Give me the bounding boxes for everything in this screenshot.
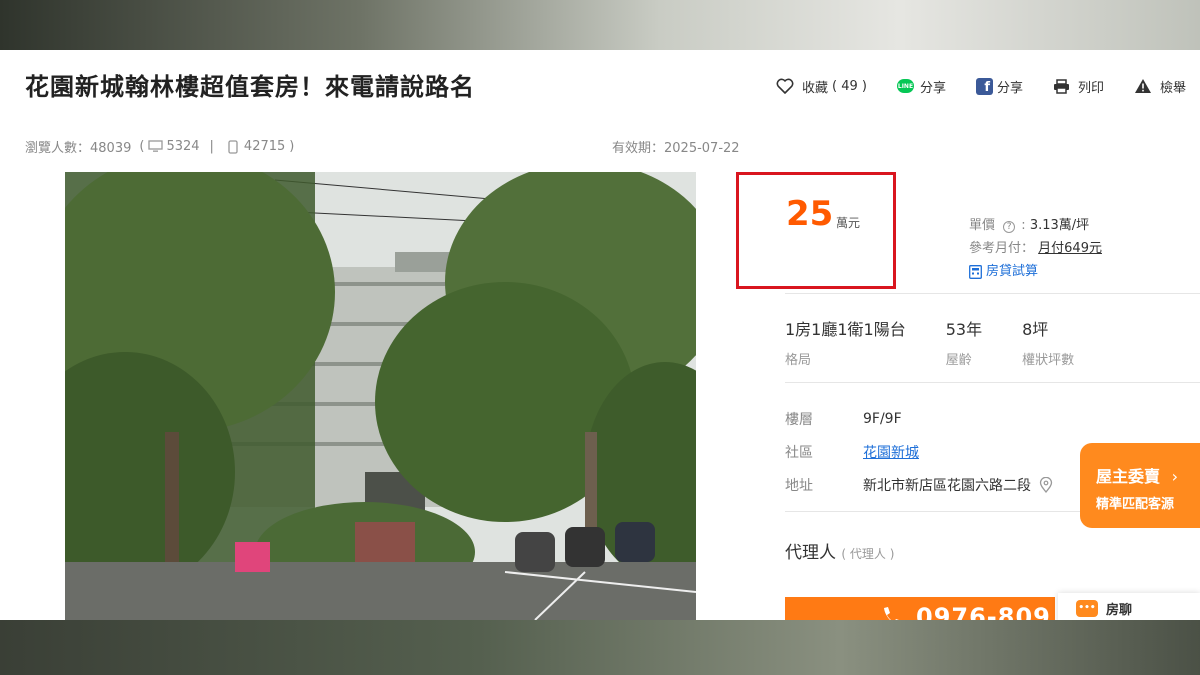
map-pin-icon[interactable] <box>1039 476 1053 493</box>
detail-rows: 樓層 9F/9F 社區 花園新城 地址 新北市新店區花園六路二段 <box>785 402 1053 501</box>
monthly-label: 參考月付： <box>969 241 1035 256</box>
agent-role: ( 代理人 ) <box>841 547 895 561</box>
mortgage-calculator-link[interactable]: 房貸試算 <box>969 260 1102 283</box>
facebook-share-label: 分享 <box>996 80 1023 96</box>
monthly-payment-row: 參考月付： 月付649元 <box>969 237 1102 260</box>
printer-icon <box>1054 78 1069 94</box>
view-stats: 瀏覽人數：48039 ( 5324 | 42715 ) <box>25 137 294 156</box>
owner-banner-subtitle: 精準匹配客源 <box>1096 497 1175 512</box>
divider <box>785 382 1200 383</box>
line-share-label: 分享 <box>919 80 946 96</box>
spec-summary: 1房1廳1衛1陽台 格局 53年 屋齡 8坪 權狀坪數 <box>785 316 1114 368</box>
heart-icon <box>776 78 794 94</box>
price-details: 單價 ? : 3.13萬/坪 參考月付： 月付649元 房貸試算 <box>969 214 1102 283</box>
report-button[interactable]: 檢舉 <box>1134 77 1186 96</box>
community-link[interactable]: 花園新城 <box>863 442 919 462</box>
desktop-icon <box>148 140 164 152</box>
video-frame-top <box>0 0 1200 50</box>
spec-label: 屋齡 <box>945 353 972 368</box>
address-row: 地址 新北市新店區花園六路二段 <box>785 468 1053 501</box>
warning-icon <box>1135 79 1152 93</box>
agent-section: 代理人 ( 代理人 ) <box>785 538 894 563</box>
community-row: 社區 花園新城 <box>785 435 1053 468</box>
price-highlight-box: 25 萬元 <box>736 172 896 289</box>
divider <box>785 293 1200 294</box>
stats-close-paren: ) <box>289 139 295 154</box>
calculator-icon <box>969 264 982 279</box>
floor-label: 樓層 <box>785 411 813 428</box>
mobile-views: 42715 <box>243 139 286 154</box>
community-label: 社區 <box>785 444 813 461</box>
line-icon: LINE <box>896 79 914 93</box>
property-photo[interactable] <box>65 172 696 620</box>
chat-label: 房聊 <box>1106 602 1133 618</box>
line-share-button[interactable]: LINE 分享 <box>896 77 946 96</box>
unit-price-value: 3.13萬/坪 <box>1029 218 1090 233</box>
floor-value: 9F/9F <box>863 410 902 427</box>
spec-area: 8坪 權狀坪數 <box>1022 316 1074 368</box>
favorite-label: 收藏 <box>802 80 829 96</box>
phone-number: 0976-809 <box>916 603 1051 620</box>
chat-icon: ••• <box>1076 599 1098 617</box>
price-unit: 萬元 <box>836 216 861 230</box>
video-frame-bottom <box>0 620 1200 675</box>
print-button[interactable]: 列印 <box>1053 77 1104 96</box>
price-amount: 25 <box>786 194 834 234</box>
favorite-count: ( 49 ) <box>832 78 867 94</box>
facebook-share-button[interactable]: f 分享 <box>975 77 1023 96</box>
spec-value: 53年 <box>945 320 983 339</box>
desktop-views: 5324 <box>166 139 200 154</box>
call-button[interactable]: 0976-809 <box>785 597 1055 620</box>
mortgage-calculator-label: 房貸試算 <box>986 264 1039 279</box>
spec-label: 權狀坪數 <box>1022 353 1075 368</box>
monthly-value[interactable]: 月付649元 <box>1038 241 1102 256</box>
spec-age: 53年 屋齡 <box>946 316 982 368</box>
listing-page: 花園新城翰林樓超值套房！來電請說路名 收藏 ( 49 ) LINE 分享 f 分… <box>0 50 1200 620</box>
spec-label: 格局 <box>785 353 812 368</box>
spec-layout: 1房1廳1衛1陽台 格局 <box>785 316 906 368</box>
stats-separator: | <box>209 139 214 154</box>
unit-price-label: 單價 <box>969 218 996 233</box>
listing-title: 花園新城翰林樓超值套房！來電請說路名 <box>25 73 475 101</box>
stats-open-paren: ( <box>139 139 145 154</box>
views-total: 瀏覽人數：48039 <box>25 141 132 156</box>
spec-value: 8坪 <box>1022 320 1049 339</box>
unit-price-row: 單價 ? : 3.13萬/坪 <box>969 218 1090 233</box>
chevron-right-icon: › <box>1171 467 1178 486</box>
owner-consign-banner[interactable]: 屋主委賣 › 精準匹配客源 <box>1080 443 1200 528</box>
mobile-icon <box>228 139 238 154</box>
floor-row: 樓層 9F/9F <box>785 402 1053 435</box>
address-label: 地址 <box>785 477 813 494</box>
phone-icon <box>884 607 899 620</box>
chat-button[interactable]: ••• 房聊 <box>1058 593 1200 620</box>
spec-value: 1房1廳1衛1陽台 <box>785 320 906 339</box>
facebook-icon: f <box>975 77 993 95</box>
building-photo-image <box>65 172 696 620</box>
print-label: 列印 <box>1078 80 1105 96</box>
favorite-button[interactable]: 收藏 ( 49 ) <box>776 77 867 96</box>
expiry-date: 有效期：2025-07-22 <box>612 141 740 156</box>
agent-label: 代理人 <box>785 543 836 563</box>
owner-banner-title: 屋主委賣 <box>1096 467 1161 486</box>
help-icon[interactable]: ? <box>1003 221 1016 233</box>
address-value: 新北市新店區花園六路二段 <box>863 477 1031 494</box>
action-bar: 收藏 ( 49 ) LINE 分享 f 分享 列印 檢舉 <box>776 76 1186 96</box>
report-label: 檢舉 <box>1160 80 1187 96</box>
